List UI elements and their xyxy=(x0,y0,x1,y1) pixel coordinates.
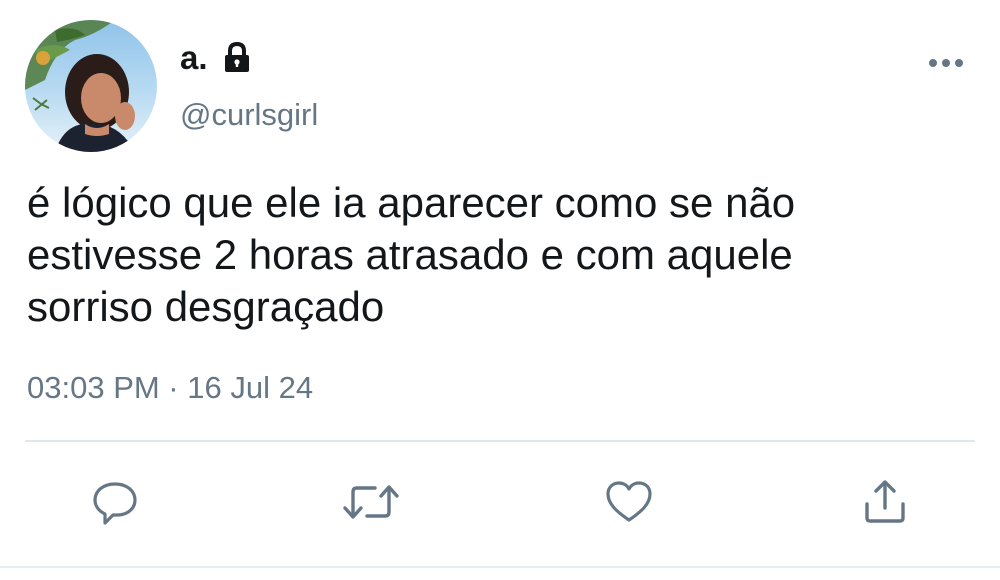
retweet-button[interactable] xyxy=(339,470,403,534)
action-bar xyxy=(0,470,1000,534)
divider xyxy=(25,440,975,442)
avatar[interactable] xyxy=(25,20,157,152)
tweet-text: é lógico que ele ia aparecer como se não… xyxy=(27,179,796,330)
like-button[interactable] xyxy=(597,470,661,534)
share-button[interactable] xyxy=(853,470,917,534)
bottom-border xyxy=(0,566,1000,568)
user-handle[interactable]: @curlsgirl xyxy=(180,95,318,135)
lock-icon xyxy=(220,41,254,75)
reply-icon xyxy=(93,482,137,525)
display-name-text: a. xyxy=(180,39,208,76)
heart-icon xyxy=(606,481,652,522)
retweet-icon xyxy=(343,485,399,519)
display-name[interactable]: a. xyxy=(180,38,254,78)
more-options-button[interactable] xyxy=(924,48,968,78)
tweet-card: a. @curlsgirl é lógico que ele ia aparec… xyxy=(0,0,1000,580)
more-dots-icon xyxy=(929,59,963,67)
tweet-timestamp[interactable]: 03:03 PM · 16 Jul 24 xyxy=(27,368,313,408)
share-icon xyxy=(865,480,905,523)
reply-button[interactable] xyxy=(83,470,147,534)
avatar-photo xyxy=(25,20,157,152)
